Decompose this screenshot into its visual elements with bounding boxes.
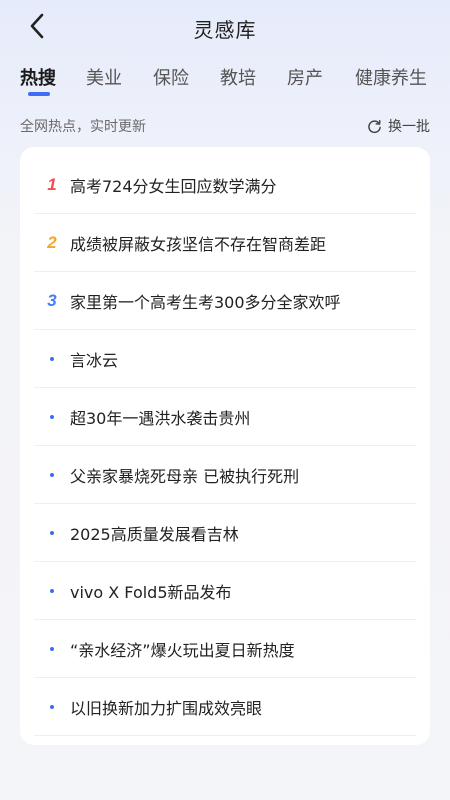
bullet-dot: [34, 531, 70, 535]
list-item-text: “亲水经济”爆火玩出夏日新热度: [70, 641, 295, 660]
list-item-text: 超30年一遇洪水袭击贵州: [70, 409, 251, 428]
list-item-text: vivo X Fold5新品发布: [70, 583, 232, 602]
tab-health[interactable]: 健康养生: [355, 64, 427, 90]
list-item[interactable]: 3 家里第一个高考生考300多分全家欢呼: [34, 272, 416, 330]
subtitle-text: 全网热点，实时更新: [20, 119, 146, 135]
page-title: 灵感库: [193, 18, 257, 42]
list-item-text: 成绩被屏蔽女孩坚信不存在智商差距: [70, 235, 327, 254]
rank-number: 2: [47, 233, 57, 252]
tab-insurance[interactable]: 保险: [153, 64, 189, 90]
refresh-button[interactable]: 换一批: [367, 116, 430, 136]
list-item-text: 言冰云: [70, 351, 119, 370]
tab-education[interactable]: 教培: [220, 64, 256, 90]
list-item-text: 家里第一个高考生考300多分全家欢呼: [70, 293, 341, 312]
list-item[interactable]: 言冰云: [34, 330, 416, 388]
list-item[interactable]: 2 成绩被屏蔽女孩坚信不存在智商差距: [34, 214, 416, 272]
list-item[interactable]: 1 高考724分女生回应数学满分: [34, 156, 416, 214]
hot-search-list: 1 高考724分女生回应数学满分 2 成绩被屏蔽女孩坚信不存在智商差距 3 家里…: [20, 147, 430, 745]
tab-hot[interactable]: 热搜: [20, 64, 56, 90]
list-item[interactable]: vivo X Fold5新品发布: [34, 562, 416, 620]
list-item[interactable]: 超30年一遇洪水袭击贵州: [34, 388, 416, 446]
bullet-dot: [34, 589, 70, 593]
bullet-dot: [34, 473, 70, 477]
list-item[interactable]: “亲水经济”爆火玩出夏日新热度: [34, 620, 416, 678]
rank-number: 1: [47, 175, 57, 194]
bullet-dot: [34, 647, 70, 651]
list-item-text: 以旧换新加力扩围成效亮眼: [70, 699, 263, 718]
list-item-text: 高考724分女生回应数学满分: [70, 177, 277, 196]
tab-real-estate[interactable]: 房产: [287, 64, 323, 90]
list-item[interactable]: 以旧换新加力扩围成效亮眼: [34, 678, 416, 736]
bullet-dot: [34, 415, 70, 419]
active-tab-indicator: [28, 92, 50, 96]
list-item[interactable]: 父亲家暴烧死母亲 已被执行死刑: [34, 446, 416, 504]
tab-beauty[interactable]: 美业: [86, 64, 122, 90]
list-item-text: 父亲家暴烧死母亲 已被执行死刑: [70, 467, 300, 486]
rank-number: 3: [47, 291, 57, 310]
refresh-label: 换一批: [388, 119, 430, 135]
list-item-text: 2025高质量发展看吉林: [70, 525, 239, 544]
divider: [34, 735, 416, 736]
list-item[interactable]: 2025高质量发展看吉林: [34, 504, 416, 562]
bullet-dot: [34, 705, 70, 709]
category-tabs: 热搜 美业 保险 教培 房产 健康养生: [0, 64, 450, 104]
header-bar: 灵感库: [0, 0, 450, 52]
list-subheader: 全网热点，实时更新 换一批: [0, 116, 450, 138]
refresh-icon: [368, 119, 381, 133]
bullet-dot: [34, 357, 70, 361]
